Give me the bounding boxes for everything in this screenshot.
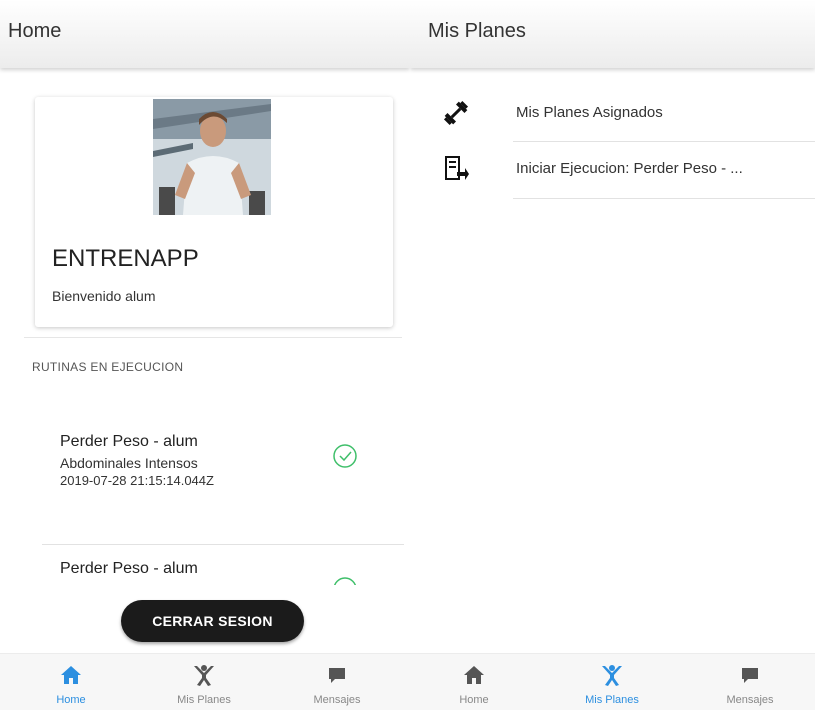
plan-item-asignados[interactable]: Mis Planes Asignados xyxy=(410,86,815,144)
nav-label: Mis Planes xyxy=(177,694,231,706)
nav-label: Mensajes xyxy=(313,694,361,706)
routine-date: 2019-07-28 21:15:14.044Z xyxy=(60,473,214,488)
routine-name: Perder Peso - alum xyxy=(60,560,198,577)
dumbbell-icon xyxy=(443,100,469,126)
routine-exercise: Abdominales Intensos xyxy=(60,455,198,471)
plan-item-label: Iniciar Ejecucion: Perder Peso - ... xyxy=(516,160,743,177)
check-circle-icon xyxy=(333,444,357,468)
page-title: Home xyxy=(8,20,62,42)
divider xyxy=(24,337,402,338)
profile-card: ENTRENAPP Bienvenido alum xyxy=(35,97,393,327)
home-icon xyxy=(464,666,484,684)
bottom-navigation: Home Mis Planes Mensajes xyxy=(410,653,815,710)
chat-icon xyxy=(329,668,345,683)
workout-figure-icon xyxy=(602,665,622,686)
app-name: ENTRENAPP xyxy=(52,245,199,272)
nav-label: Mis Planes xyxy=(585,694,639,706)
home-icon xyxy=(61,666,81,684)
nav-mensajes[interactable]: Mensajes xyxy=(700,654,800,710)
plans-app-bar: Mis Planes xyxy=(410,0,815,68)
plans-screen: Mis Planes Mis Planes Asignados Iniciar … xyxy=(410,0,815,710)
welcome-text: Bienvenido alum xyxy=(52,288,156,304)
nav-mis-planes[interactable]: Mis Planes xyxy=(562,654,662,710)
nav-mis-planes[interactable]: Mis Planes xyxy=(154,654,254,710)
home-screen: Home ENTRENAPP Bienvenido alum RUTINAS E… xyxy=(0,0,410,710)
plan-item-label: Mis Planes Asignados xyxy=(516,104,663,121)
nav-label: Home xyxy=(459,694,489,706)
bottom-navigation: Home Mis Planes Mensajes xyxy=(0,653,410,710)
routine-name: Perder Peso - alum xyxy=(60,433,198,450)
nav-label: Mensajes xyxy=(726,694,774,706)
clipboard-run-icon xyxy=(445,156,469,180)
page-title: Mis Planes xyxy=(428,20,526,42)
chat-icon xyxy=(742,668,758,683)
nav-home[interactable]: Home xyxy=(21,654,121,710)
plan-item-iniciar-ejecucion[interactable]: Iniciar Ejecucion: Perder Peso - ... xyxy=(410,142,815,200)
divider xyxy=(513,198,815,199)
nav-mensajes[interactable]: Mensajes xyxy=(287,654,387,710)
routine-item[interactable]: Perder Peso - alum Abdominales Intensos … xyxy=(42,425,404,545)
home-app-bar: Home xyxy=(0,0,410,68)
nav-home[interactable]: Home xyxy=(424,654,524,710)
nav-label: Home xyxy=(56,694,86,706)
profile-photo xyxy=(153,99,271,215)
logout-button[interactable]: CERRAR SESION xyxy=(121,600,304,642)
section-header: RUTINAS EN EJECUCION xyxy=(32,360,184,374)
workout-figure-icon xyxy=(194,665,214,686)
